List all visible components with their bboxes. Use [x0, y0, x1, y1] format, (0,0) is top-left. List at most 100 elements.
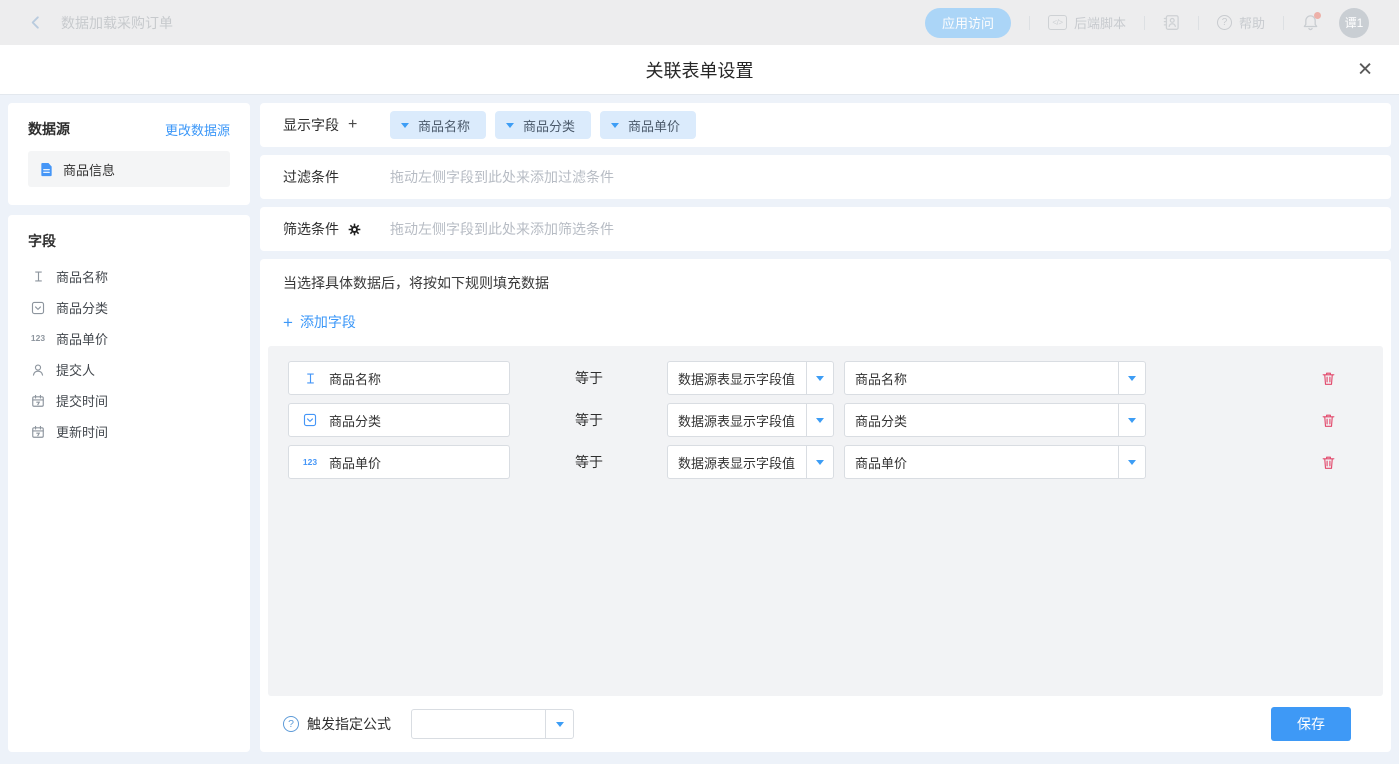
select-icon: [29, 301, 47, 315]
chevron-down-icon: [1118, 446, 1145, 478]
field-item-product-category[interactable]: 商品分类: [28, 292, 230, 323]
rules-container: 商品名称 等于 数据源表显示字段值 商品名称: [268, 346, 1383, 696]
help-icon: ?: [1217, 15, 1232, 30]
chevron-down-icon: [545, 710, 573, 738]
trash-icon: [1321, 371, 1336, 386]
page-title: 数据加载采购订单: [61, 13, 173, 33]
form-icon: [39, 162, 54, 177]
chevron-down-icon: [401, 123, 409, 128]
add-field-button[interactable]: + 添加字段: [283, 312, 356, 332]
notification-bell-icon[interactable]: [1302, 14, 1319, 31]
rule-source-select[interactable]: 数据源表显示字段值: [667, 361, 834, 395]
topbar: 数据加载采购订单 应用访问 </> 后端脚本 ? 帮助 谭1: [0, 0, 1399, 45]
backend-script-label: 后端脚本: [1074, 13, 1126, 32]
formula-select[interactable]: [411, 709, 574, 739]
rule-value-select[interactable]: 商品单价: [844, 445, 1146, 479]
field-item-submit-time[interactable]: 提交时间: [28, 385, 230, 416]
divider: [1144, 16, 1145, 30]
rule-operator: 等于: [575, 368, 667, 388]
back-icon[interactable]: [28, 15, 43, 30]
tag-label: 商品分类: [523, 116, 575, 135]
delete-rule-button[interactable]: [1321, 413, 1336, 428]
chevron-down-icon: [806, 404, 833, 436]
code-icon: </>: [1048, 15, 1067, 30]
rule-value: 商品名称: [845, 362, 1118, 394]
plus-icon: +: [283, 314, 293, 331]
avatar[interactable]: 谭1: [1339, 8, 1369, 38]
contacts-button[interactable]: [1163, 14, 1180, 31]
trash-icon: [1321, 455, 1336, 470]
modal-header: 关联表单设置 ✕: [0, 45, 1399, 95]
field-item-update-time[interactable]: 更新时间: [28, 416, 230, 447]
display-field-tag[interactable]: 商品名称: [390, 111, 486, 139]
tag-label: 商品名称: [418, 116, 470, 135]
rule-field-label: 商品分类: [329, 411, 381, 430]
field-item-submitter[interactable]: 提交人: [28, 354, 230, 385]
rule-value-select[interactable]: 商品名称: [844, 361, 1146, 395]
field-item-label: 商品分类: [56, 298, 108, 317]
rule-field-box[interactable]: 商品分类: [288, 403, 510, 437]
display-field-tag[interactable]: 商品单价: [600, 111, 696, 139]
divider: [1198, 16, 1199, 30]
divider: [1029, 16, 1030, 30]
divider: [1283, 16, 1284, 30]
filter-condition-placeholder: 拖动左侧字段到此处来添加过滤条件: [390, 167, 614, 187]
rule-operator: 等于: [575, 410, 667, 430]
number-icon: 123: [301, 458, 319, 467]
app-access-button[interactable]: 应用访问: [925, 8, 1011, 38]
select-icon: [301, 413, 319, 427]
rule-source-select[interactable]: 数据源表显示字段值: [667, 445, 834, 479]
rule-source-select[interactable]: 数据源表显示字段值: [667, 403, 834, 437]
rules-footer: ? 触发指定公式 保存: [268, 696, 1383, 752]
save-button[interactable]: 保存: [1271, 707, 1351, 741]
display-fields-row: 显示字段 + 商品名称 商品分类 商品单价: [260, 103, 1391, 147]
screen-condition-label: 筛选条件: [283, 219, 339, 239]
help-button[interactable]: ? 帮助: [1217, 13, 1265, 32]
gear-icon[interactable]: [348, 223, 361, 236]
main-panel: 显示字段 + 商品名称 商品分类 商品单价: [260, 103, 1391, 752]
contacts-icon: [1163, 14, 1180, 31]
datasource-item[interactable]: 商品信息: [28, 151, 230, 187]
screen-condition-row[interactable]: 筛选条件 拖动左侧字段到此处来添加筛选条件: [260, 207, 1391, 251]
rule-field-label: 商品名称: [329, 369, 381, 388]
delete-rule-button[interactable]: [1321, 455, 1336, 470]
fill-rules-hint: 当选择具体数据后，将按如下规则填充数据: [283, 273, 1383, 293]
calendar-icon: [29, 425, 47, 439]
user-icon: [29, 363, 47, 377]
field-item-product-name[interactable]: 商品名称: [28, 261, 230, 292]
chevron-down-icon: [806, 446, 833, 478]
rule-field-box[interactable]: 商品名称: [288, 361, 510, 395]
chevron-down-icon: [806, 362, 833, 394]
display-field-tag[interactable]: 商品分类: [495, 111, 591, 139]
delete-rule-button[interactable]: [1321, 371, 1336, 386]
notification-dot: [1314, 12, 1321, 19]
fields-title: 字段: [28, 231, 230, 251]
rule-field-box[interactable]: 123 商品单价: [288, 445, 510, 479]
filter-condition-row[interactable]: 过滤条件 拖动左侧字段到此处来添加过滤条件: [260, 155, 1391, 199]
left-sidebar: 数据源 更改数据源 商品信息 字段 商品名称 商品分类: [8, 103, 250, 752]
formula-label: 触发指定公式: [307, 714, 391, 734]
trash-icon: [1321, 413, 1336, 428]
formula-help-icon[interactable]: ?: [283, 716, 299, 732]
field-item-label: 提交时间: [56, 391, 108, 410]
app-root: 数据加载采购订单 应用访问 </> 后端脚本 ? 帮助 谭1: [0, 0, 1399, 764]
text-icon: [29, 270, 47, 283]
rule-row: 123 商品单价 等于 数据源表显示字段值 商品单价: [288, 445, 1363, 479]
rule-row: 商品名称 等于 数据源表显示字段值 商品名称: [288, 361, 1363, 395]
rule-value-select[interactable]: 商品分类: [844, 403, 1146, 437]
datasource-title: 数据源: [28, 119, 70, 139]
chevron-down-icon: [1118, 362, 1145, 394]
rule-field-label: 商品单价: [329, 453, 381, 472]
backend-script-button[interactable]: </> 后端脚本: [1048, 13, 1126, 32]
rule-row: 商品分类 等于 数据源表显示字段值 商品分类: [288, 403, 1363, 437]
field-item-product-price[interactable]: 123 商品单价: [28, 323, 230, 354]
close-icon[interactable]: ✕: [1357, 60, 1373, 79]
change-datasource-link[interactable]: 更改数据源: [165, 120, 230, 139]
add-display-field-button[interactable]: +: [348, 117, 357, 133]
help-label: 帮助: [1239, 13, 1265, 32]
screen-condition-placeholder: 拖动左侧字段到此处来添加筛选条件: [390, 219, 614, 239]
rule-value: 商品单价: [845, 446, 1118, 478]
field-item-label: 商品名称: [56, 267, 108, 286]
filter-condition-label: 过滤条件: [283, 167, 339, 187]
rule-value: 商品分类: [845, 404, 1118, 436]
